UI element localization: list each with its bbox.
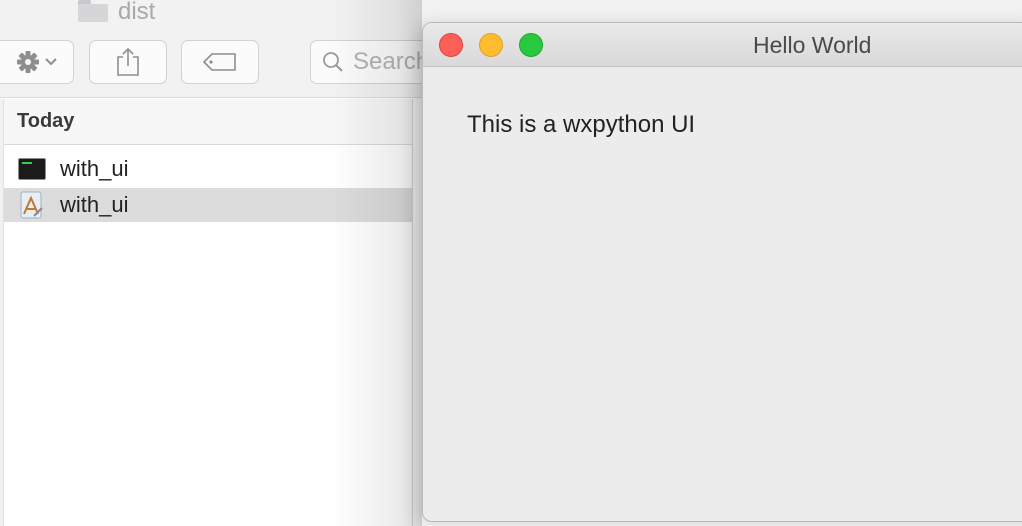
hello-world-window: Hello World This is a wxpython UI <box>422 22 1022 522</box>
section-header-label: Today <box>17 110 75 132</box>
minimize-button[interactable] <box>479 33 503 57</box>
file-row-app[interactable]: with_ui <box>4 188 412 222</box>
share-icon <box>117 47 139 76</box>
tags-button[interactable] <box>181 40 259 84</box>
file-name: with_ui <box>60 192 129 217</box>
chevron-down-icon <box>45 58 57 66</box>
action-menu-button[interactable] <box>0 40 74 84</box>
window-title: Hello World <box>753 31 872 58</box>
search-input[interactable]: Search <box>310 40 440 84</box>
folder-icon <box>78 0 108 22</box>
window-message: This is a wxpython UI <box>467 111 696 138</box>
gear-icon <box>17 51 57 73</box>
zoom-button[interactable] <box>519 33 543 57</box>
terminal-executable-icon <box>18 158 46 180</box>
tag-icon <box>203 53 236 71</box>
share-button[interactable] <box>89 40 167 84</box>
file-name: with_ui <box>60 156 129 181</box>
search-placeholder: Search <box>353 48 430 75</box>
app-bundle-icon <box>20 191 43 219</box>
file-row-terminal[interactable]: with_ui <box>4 152 412 186</box>
folder-title: dist <box>78 0 155 28</box>
close-button[interactable] <box>439 33 463 57</box>
list-section-header[interactable]: Today <box>4 99 412 145</box>
search-icon <box>323 52 343 72</box>
folder-name: dist <box>118 0 156 25</box>
window-titlebar[interactable]: Hello World <box>423 23 1022 67</box>
